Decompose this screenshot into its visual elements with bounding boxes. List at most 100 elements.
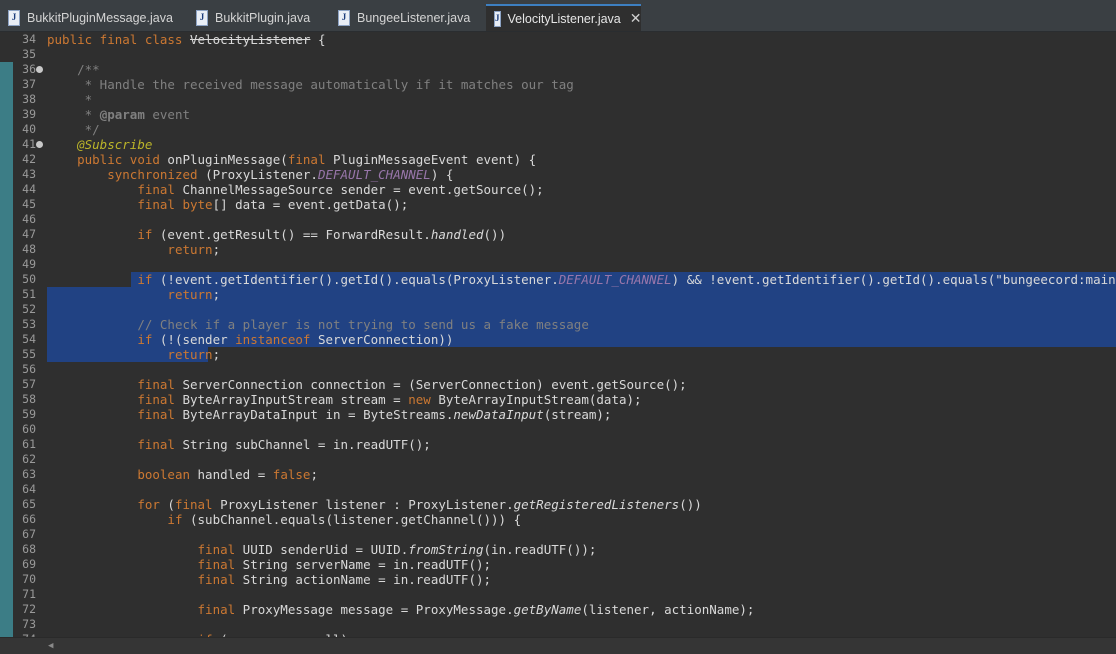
code-line[interactable]: 67 [0,527,1116,542]
fold-toggle-icon[interactable] [36,141,43,148]
code-line[interactable]: 42 public void onPluginMessage(final Plu… [0,152,1116,167]
code-line[interactable]: 39 * @param event [0,107,1116,122]
code-token: ; [310,467,318,482]
code-token: if [167,512,190,527]
line-number: 64 [22,482,36,496]
code-line[interactable]: 40 */ [0,122,1116,137]
line-number: 40 [22,122,36,136]
code-line[interactable]: 73 [0,617,1116,632]
code-token: getRegisteredListeners [513,497,680,512]
code-token: String subChannel = in.readUTF(); [182,437,431,452]
code-token: handled = [197,467,273,482]
horizontal-scrollbar[interactable]: ◀ [0,637,1116,654]
code-line[interactable]: 49 [0,257,1116,272]
code-text: */ [47,122,100,137]
tab-bukkit-plugin[interactable]: J BukkitPlugin.java [188,4,328,31]
line-number: 52 [22,302,36,316]
java-file-icon: J [338,9,350,26]
code-line[interactable]: 51 return; [0,287,1116,302]
line-number: 39 [22,107,36,121]
line-number: 68 [22,542,36,556]
code-line[interactable]: 37 * Handle the received message automat… [0,77,1116,92]
code-line[interactable]: 72 final ProxyMessage message = ProxyMes… [0,602,1116,617]
code-token: handled [430,227,484,242]
code-token: final [197,602,243,617]
line-number: 73 [22,617,36,631]
code-line[interactable]: 54 if (!(sender instanceof ServerConnect… [0,332,1116,347]
code-text: if (!(sender instanceof ServerConnection… [47,332,453,347]
code-text: if (!event.getIdentifier().getId().equal… [47,272,1116,287]
code-line[interactable]: 66 if (subChannel.equals(listener.getCha… [0,512,1116,527]
scroll-left-icon[interactable]: ◀ [48,641,53,651]
code-text: synchronized (ProxyListener.DEFAULT_CHAN… [47,167,453,182]
code-token: * Handle the received message automatica… [47,77,574,92]
code-line[interactable]: 70 final String actionName = in.readUTF(… [0,572,1116,587]
code-token: ) { [430,167,454,182]
code-text: for (final ProxyListener listener : Prox… [47,497,701,512]
line-number: 62 [22,452,36,466]
code-line[interactable]: 46 [0,212,1116,227]
close-icon[interactable]: ✕ [630,10,642,27]
code-line[interactable]: 35 [0,47,1116,62]
tab-bukkit-plugin-message[interactable]: J BukkitPluginMessage.java [0,4,182,31]
code-line[interactable]: 62 [0,452,1116,467]
code-line[interactable]: 60 [0,422,1116,437]
code-line[interactable]: 56 [0,362,1116,377]
code-line[interactable]: 57 final ServerConnection connection = (… [0,377,1116,392]
line-number: 72 [22,602,36,616]
code-token: ByteArrayDataInput in = ByteStreams. [182,407,454,422]
code-lines[interactable]: 34 public final class VelocityListener {3… [0,32,1116,647]
code-line[interactable]: 48 return; [0,242,1116,257]
code-line[interactable]: 43 synchronized (ProxyListener.DEFAULT_C… [0,167,1116,182]
code-line[interactable]: 63 boolean handled = false; [0,467,1116,482]
code-line[interactable]: 36 /** [0,62,1116,77]
code-token: return [167,347,213,362]
code-token: */ [47,122,100,137]
code-line[interactable]: 58 final ByteArrayInputStream stream = n… [0,392,1116,407]
code-line[interactable]: 34 public final class VelocityListener { [0,32,1116,47]
code-line[interactable]: 68 final UUID senderUid = UUID.fromStrin… [0,542,1116,557]
code-token: (!event.getIdentifier().getId().equals(P… [159,272,559,287]
code-token: final [197,557,243,572]
code-line[interactable]: 53 // Check if a player is not trying to… [0,317,1116,332]
code-token: final [287,152,333,167]
code-line[interactable]: 69 final String serverName = in.readUTF(… [0,557,1116,572]
code-text: /** [47,62,100,77]
tab-bungee-listener[interactable]: J BungeeListener.java [330,4,482,31]
code-token: String actionName = in.readUTF(); [242,572,492,587]
code-line[interactable]: 50 if (!event.getIdentifier().getId().eq… [0,272,1116,287]
code-line[interactable]: 55 return; [0,347,1116,362]
code-line[interactable]: 47 if (event.getResult() == ForwardResul… [0,227,1116,242]
code-line[interactable]: 61 final String subChannel = in.readUTF(… [0,437,1116,452]
code-line[interactable]: 44 final ChannelMessageSource sender = e… [0,182,1116,197]
line-number: 59 [22,407,36,421]
code-line[interactable]: 38 * [0,92,1116,107]
line-number: 47 [22,227,36,241]
code-line[interactable]: 65 for (final ProxyListener listener : P… [0,497,1116,512]
code-token: (subChannel.equals(listener.getChannel()… [190,512,522,527]
code-text: final byte[] data = event.getData(); [47,197,408,212]
code-token: getByName [513,602,582,617]
code-line[interactable]: 59 final ByteArrayDataInput in = ByteStr… [0,407,1116,422]
code-token: final [137,182,183,197]
code-token: public void [77,152,168,167]
code-token: boolean [137,467,198,482]
code-token: synchronized [107,167,206,182]
code-line[interactable]: 45 final byte[] data = event.getData(); [0,197,1116,212]
code-text: final String serverName = in.readUTF(); [47,557,492,572]
java-file-icon: J [494,10,501,27]
code-token: final [137,407,183,422]
code-line[interactable]: 41 @Subscribe [0,137,1116,152]
fold-toggle-icon[interactable] [36,66,43,73]
tab-velocity-listener[interactable]: J VelocityListener.java ✕ [486,4,642,31]
code-line[interactable]: 71 [0,587,1116,602]
code-line[interactable]: 52 [0,302,1116,317]
code-text: final ByteArrayDataInput in = ByteStream… [47,407,611,422]
code-editor[interactable]: 34 public final class VelocityListener {3… [0,32,1116,647]
code-line[interactable]: 64 [0,482,1116,497]
